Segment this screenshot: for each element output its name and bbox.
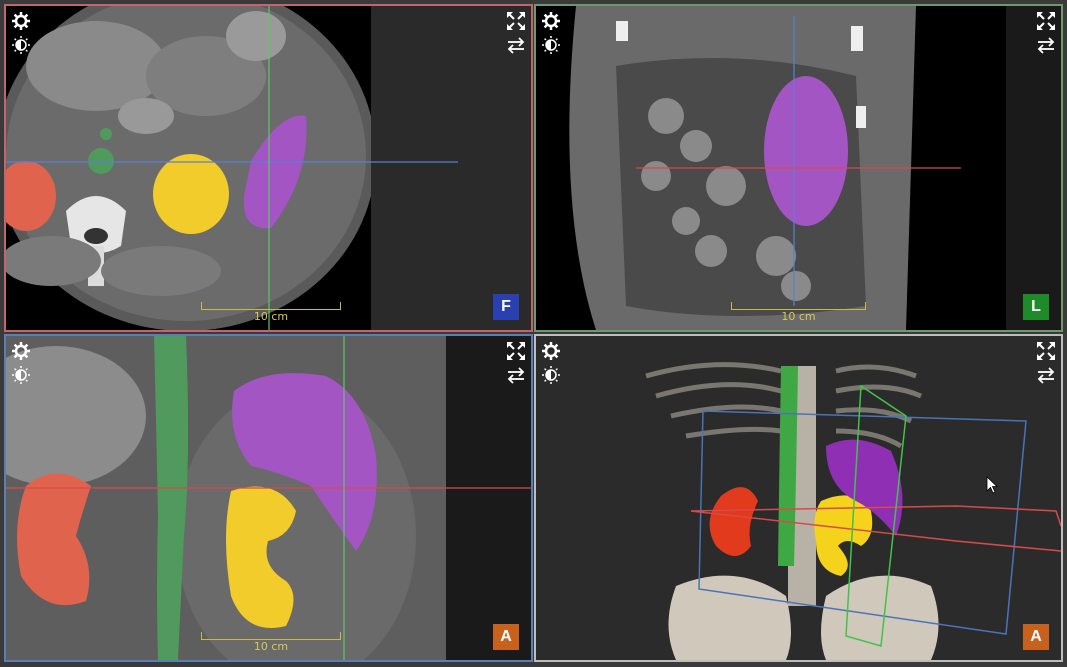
orientation-badge[interactable]: F <box>493 294 519 320</box>
contrast-icon[interactable] <box>540 364 562 386</box>
settings-icon[interactable] <box>10 340 32 362</box>
swap-icon[interactable] <box>505 364 527 386</box>
settings-icon[interactable] <box>540 340 562 362</box>
expand-icon[interactable] <box>1035 10 1057 32</box>
sagittal-image[interactable] <box>536 6 1061 330</box>
scale-bar: 10 cm <box>201 302 341 323</box>
scale-bar: 10 cm <box>201 632 341 653</box>
scale-label: 10 cm <box>253 310 289 323</box>
coronal-image[interactable] <box>6 336 531 660</box>
expand-icon[interactable] <box>505 340 527 362</box>
orientation-badge[interactable]: L <box>1023 294 1049 320</box>
swap-icon[interactable] <box>505 34 527 56</box>
scale-label: 10 cm <box>253 640 289 653</box>
expand-icon[interactable] <box>1035 340 1057 362</box>
orientation-badge[interactable]: A <box>493 624 519 650</box>
swap-icon[interactable] <box>1035 364 1057 386</box>
coronal-viewport[interactable]: 10 cm A <box>4 334 533 662</box>
left-kidney-segment <box>153 154 229 234</box>
mouse-cursor-icon <box>986 476 998 494</box>
settings-icon[interactable] <box>540 10 562 32</box>
scale-bar: 10 cm <box>731 302 866 323</box>
contrast-icon[interactable] <box>540 34 562 56</box>
spleen-segment <box>764 76 848 226</box>
swap-icon[interactable] <box>1035 34 1057 56</box>
orientation-badge[interactable]: A <box>1023 624 1049 650</box>
contrast-icon[interactable] <box>10 34 32 56</box>
axial-image[interactable] <box>6 6 531 330</box>
expand-icon[interactable] <box>505 10 527 32</box>
contrast-icon[interactable] <box>10 364 32 386</box>
sagittal-viewport[interactable]: 10 cm L <box>534 4 1063 332</box>
settings-icon[interactable] <box>10 10 32 32</box>
scale-label: 10 cm <box>781 310 816 323</box>
volume-3d-viewport[interactable]: A <box>534 334 1063 662</box>
axial-viewport[interactable]: 10 cm F <box>4 4 533 332</box>
volume-render[interactable] <box>536 336 1061 660</box>
